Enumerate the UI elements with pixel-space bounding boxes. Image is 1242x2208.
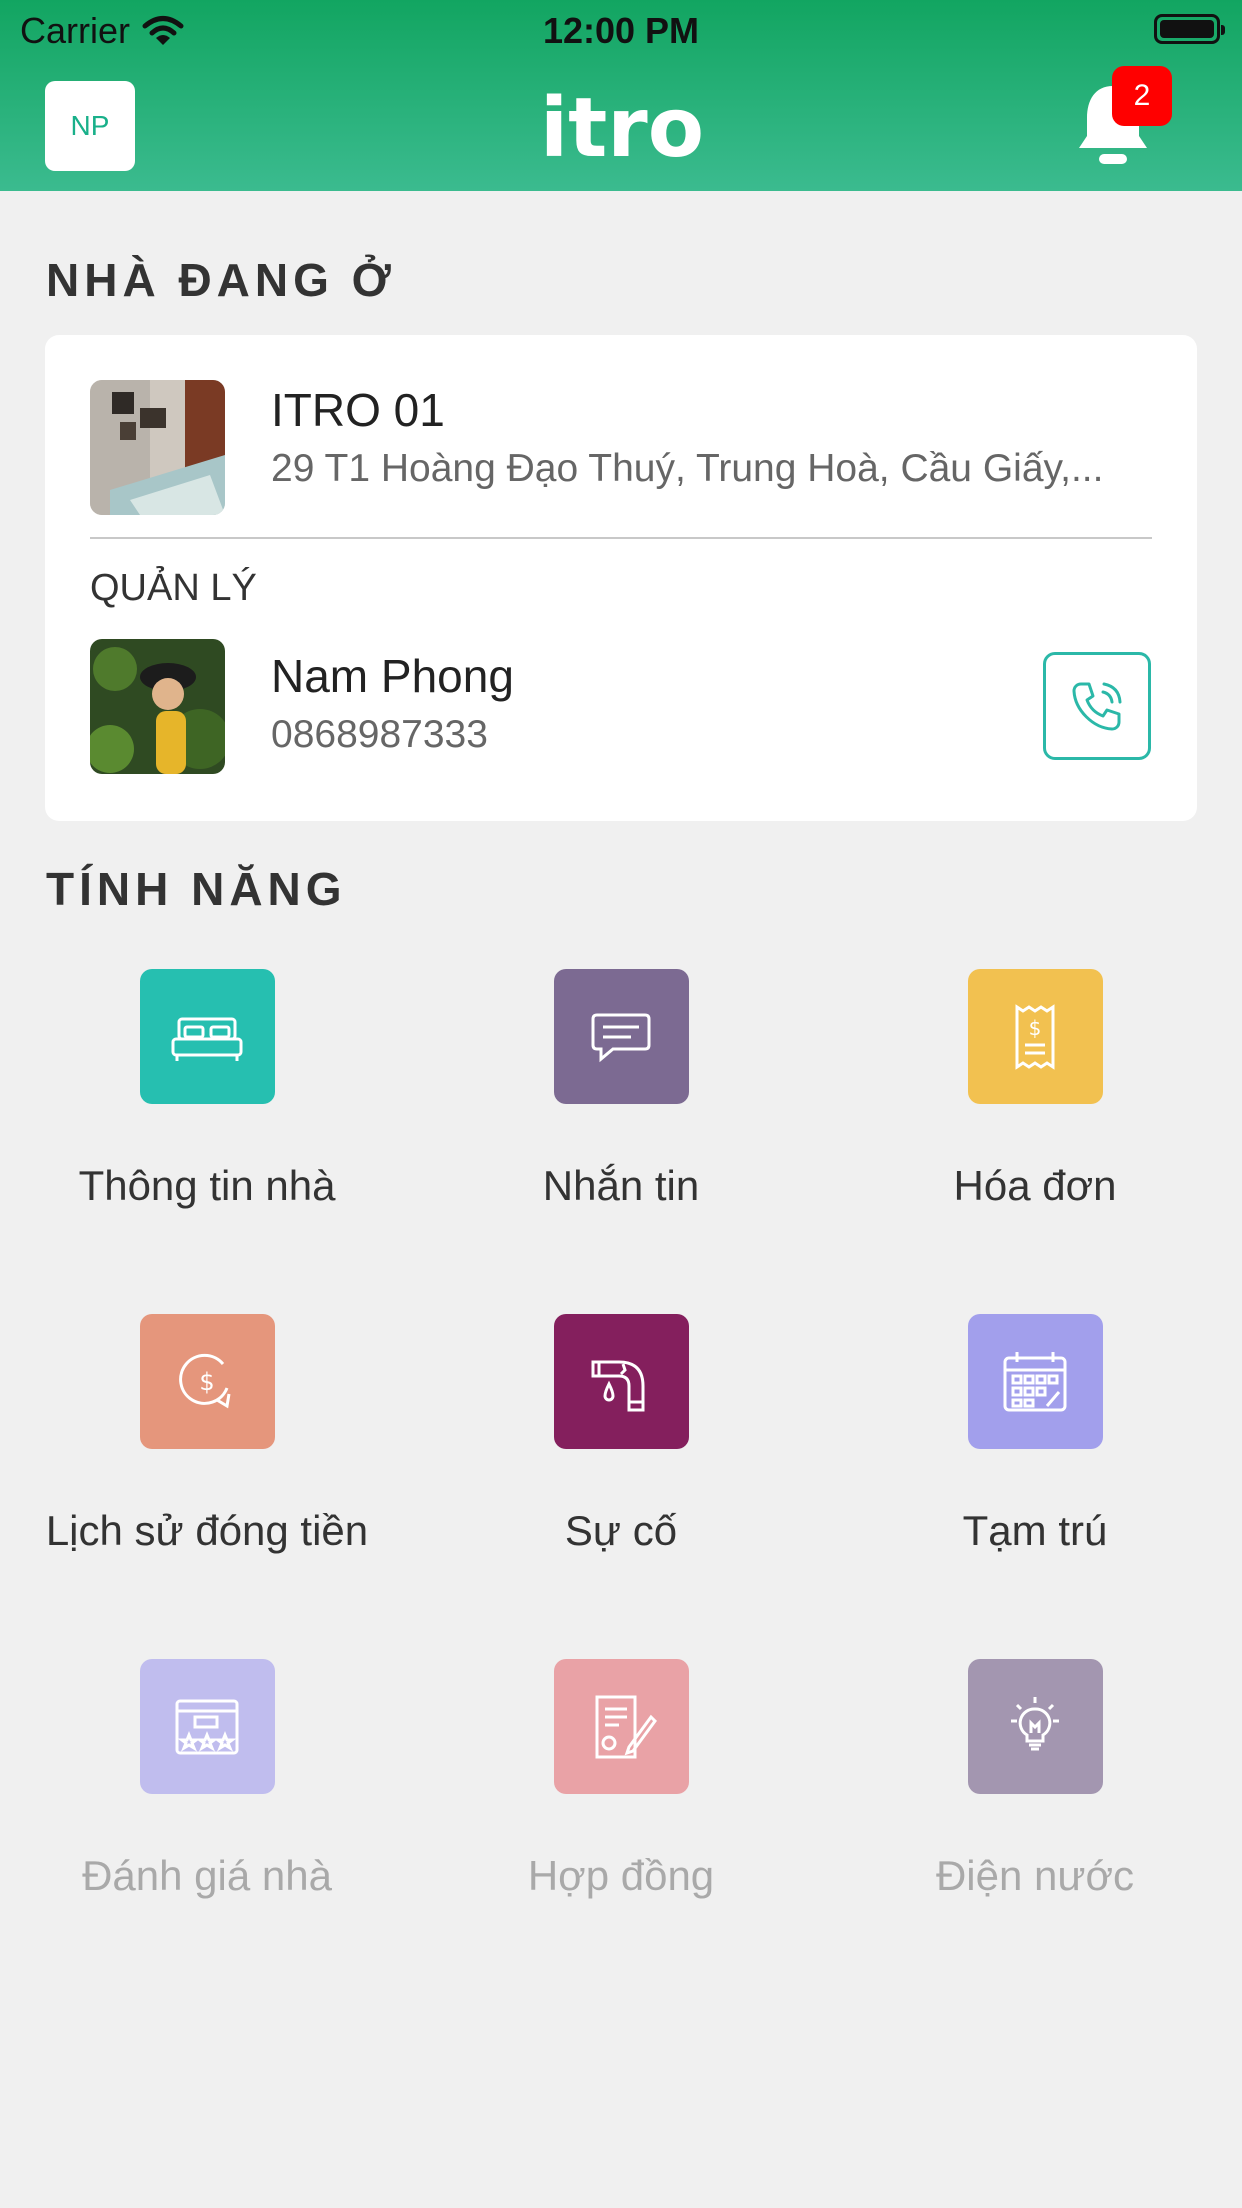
status-bar: Carrier 12:00 PM	[0, 0, 1242, 62]
battery-icon	[1154, 14, 1225, 44]
feature-label: Thông tin nhà	[78, 1162, 336, 1209]
feature-contract[interactable]: Hợp đồng	[414, 1659, 828, 1900]
feature-invoice[interactable]: $ Hóa đơn	[828, 969, 1242, 1210]
feature-incident[interactable]: Sự cố	[414, 1314, 828, 1555]
svg-text:$: $	[1029, 1016, 1042, 1040]
status-time: 12:00 PM	[542, 10, 700, 51]
manager-phone: 0868987333	[271, 713, 488, 756]
contract-icon	[553, 1659, 689, 1794]
house-address: 29 T1 Hoàng Đạo Thuý, Trung Hoà, Cầu Giấ…	[271, 447, 1104, 490]
feature-label: Sự cố	[564, 1507, 678, 1554]
svg-text:$: $	[199, 1368, 214, 1396]
itro-logo: itro	[540, 81, 704, 176]
feature-messages[interactable]: Nhắn tin	[414, 969, 828, 1210]
features-section-title: TÍNH NĂNG	[46, 863, 347, 915]
svg-text:itro: itro	[540, 82, 702, 166]
calendar-icon	[967, 1314, 1103, 1449]
notification-badge: 2	[1112, 66, 1172, 126]
rating-icon	[139, 1659, 275, 1794]
profile-avatar-button[interactable]: NP	[45, 81, 135, 171]
card-divider	[90, 537, 1152, 539]
feature-house-info[interactable]: Thông tin nhà	[0, 969, 414, 1210]
feature-utilities[interactable]: Điện nước	[828, 1659, 1242, 1900]
feature-label: Đánh giá nhà	[82, 1852, 332, 1899]
manager-name: Nam Phong	[271, 650, 514, 702]
manager-label: QUẢN LÝ	[90, 567, 257, 609]
receipt-icon: $	[967, 969, 1103, 1104]
manager-avatar	[90, 639, 225, 774]
bed-icon	[139, 969, 275, 1104]
app-header: Carrier 12:00 PM NP itro 2	[0, 0, 1242, 191]
current-house-card[interactable]: ITRO 01 29 T1 Hoàng Đạo Thuý, Trung Hoà,…	[45, 335, 1197, 821]
house-photo	[90, 380, 225, 515]
feature-temporary-residence[interactable]: Tạm trú	[828, 1314, 1242, 1555]
payment-history-icon: $	[139, 1314, 275, 1449]
leaking-pipe-icon	[553, 1314, 689, 1449]
chat-icon	[553, 969, 689, 1104]
feature-label: Hóa đơn	[953, 1162, 1117, 1209]
feature-label: Điện nước	[935, 1852, 1135, 1899]
phone-call-icon	[1072, 682, 1122, 731]
feature-house-rating[interactable]: Đánh giá nhà	[0, 1659, 414, 1900]
house-section-title: NHÀ ĐANG Ở	[46, 254, 396, 306]
feature-payment-history[interactable]: $ Lịch sử đóng tiền	[0, 1314, 414, 1555]
feature-label: Nhắn tin	[542, 1162, 700, 1209]
call-manager-button[interactable]	[1043, 652, 1151, 760]
feature-label: Lịch sử đóng tiền	[45, 1507, 369, 1554]
house-name: ITRO 01	[271, 384, 445, 436]
light-bulb-icon	[967, 1659, 1103, 1794]
feature-label: Hợp đồng	[527, 1852, 715, 1899]
feature-label: Tạm trú	[962, 1507, 1108, 1554]
